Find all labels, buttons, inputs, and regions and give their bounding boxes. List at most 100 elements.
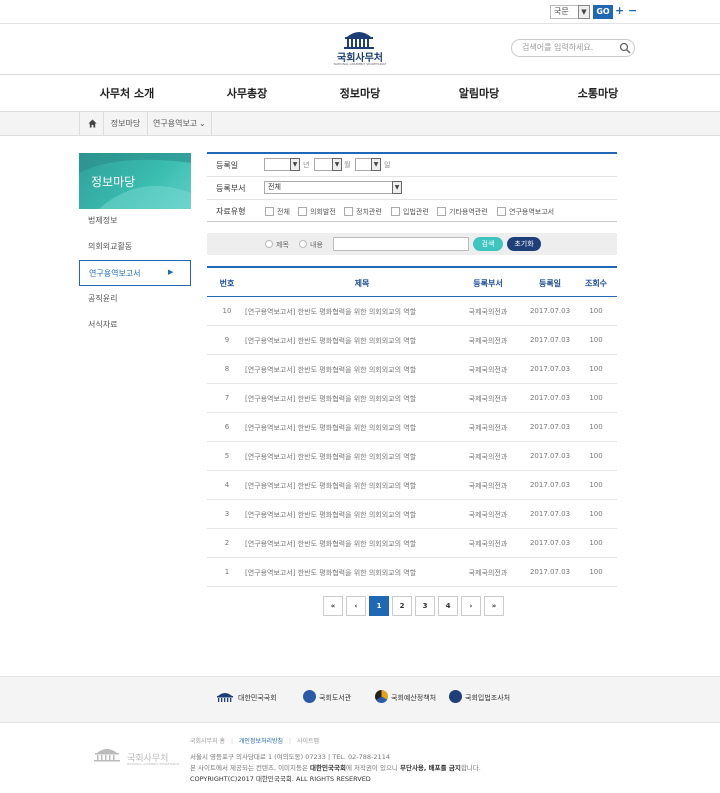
- cell-department: 국제국의전과: [468, 453, 508, 461]
- type-checkbox-label: 연구용역보고서: [509, 208, 555, 216]
- pagination-page-current[interactable]: 1: [369, 596, 389, 616]
- chevron-down-icon[interactable]: ▼: [290, 158, 300, 171]
- cell-title-link[interactable]: [연구용역보고서] 한반도 평화협력을 위한 의회외교의 역할: [245, 365, 460, 375]
- pagination-last[interactable]: »: [484, 596, 504, 616]
- cell-title-link[interactable]: [연구용역보고서] 한반도 평화협력을 위한 의회외교의 역할: [245, 481, 460, 491]
- keyword-input[interactable]: [333, 237, 469, 251]
- cell-department: 국제국의전과: [468, 395, 508, 403]
- pagination-next[interactable]: ›: [461, 596, 481, 616]
- cell-title-link[interactable]: [연구용역보고서] 한반도 평화협력을 위한 의회외교의 역할: [245, 452, 460, 462]
- notice-prefix: 본 사이트에서 제공되는 컨텐츠, 이미지등은: [190, 764, 311, 772]
- org-link-national-assembly[interactable]: 대한민국국회: [238, 693, 277, 703]
- cell-title-link[interactable]: [연구용역보고서] 한반도 평화협력을 위한 의회외교의 역할: [245, 568, 460, 578]
- cell-title-link[interactable]: [연구용역보고서] 한반도 평화협력을 위한 의회외교의 역할: [245, 307, 460, 317]
- reset-button[interactable]: 초기화: [507, 237, 541, 251]
- breadcrumb-home[interactable]: [79, 112, 104, 136]
- column-header-views: 조회수: [584, 279, 608, 288]
- pagination-page[interactable]: 4: [438, 596, 458, 616]
- footer-link-sitemap[interactable]: 사이트맵: [297, 738, 319, 745]
- search-icon[interactable]: [619, 42, 631, 54]
- chevron-down-icon[interactable]: ⌄: [199, 119, 206, 128]
- cell-title-link[interactable]: [연구용역보고서] 한반도 평화협력을 위한 의회외교의 역할: [245, 423, 460, 433]
- cell-number: 8: [224, 365, 230, 373]
- footer-link-privacy[interactable]: 개인정보처리방침: [239, 738, 283, 745]
- chevron-down-icon[interactable]: ▼: [371, 158, 381, 171]
- cell-title-link[interactable]: [연구용역보고서] 한반도 평화협력을 위한 의회외교의 역할: [245, 336, 460, 346]
- notice-owner: 대한민국국회: [310, 764, 346, 772]
- cell-number: 1: [224, 568, 230, 576]
- side-menu-item-diplomacy[interactable]: 의회외교활동: [79, 234, 191, 260]
- cell-number: 10: [222, 307, 232, 315]
- chevron-down-icon[interactable]: ▼: [332, 158, 342, 171]
- gnb-item-notice[interactable]: 알림마당: [429, 85, 529, 101]
- org-link-research-service[interactable]: 국회입법조사처: [465, 693, 510, 703]
- year-unit: 년: [303, 161, 310, 169]
- side-menu-item-research-reports[interactable]: 연구용역보고서: [79, 260, 191, 286]
- gnb-item-about[interactable]: 사무처 소개: [77, 85, 177, 101]
- month-unit: 월: [344, 161, 351, 169]
- type-checkbox-politics[interactable]: [344, 207, 353, 216]
- type-checkbox-legislation[interactable]: [391, 207, 400, 216]
- type-checkbox-assembly[interactable]: [298, 207, 307, 216]
- department-select[interactable]: 전체: [264, 181, 402, 194]
- pagination-page[interactable]: 3: [415, 596, 435, 616]
- cell-title-link[interactable]: [연구용역보고서] 한반도 평화협력을 위한 의회외교의 역할: [245, 510, 460, 520]
- filter-date-label: 등록일: [216, 161, 239, 170]
- pagination-prev[interactable]: ‹: [346, 596, 366, 616]
- radio-title[interactable]: [265, 240, 273, 248]
- filter-type-label: 자료유형: [216, 207, 246, 216]
- type-checkbox-label: 전체: [277, 208, 290, 216]
- national-assembly-icon: [217, 693, 233, 702]
- footer-link-home[interactable]: 국회사무처 홈: [190, 738, 225, 745]
- side-menu-title-text: 정보마당: [91, 175, 136, 189]
- cell-views: 100: [589, 307, 603, 315]
- budget-office-icon: [375, 690, 388, 703]
- cell-views: 100: [589, 510, 603, 518]
- cell-department: 국제국의전과: [468, 366, 508, 374]
- side-menu-item-forms[interactable]: 서식자료: [79, 312, 191, 338]
- footer-address: 서울시 영등포구 의사당대로 1 (여의도동) 07233 | TEL. 02-…: [190, 753, 390, 761]
- zoom-out-button[interactable]: −: [628, 4, 638, 17]
- cell-number: 5: [224, 452, 230, 460]
- chevron-down-icon[interactable]: ▼: [392, 181, 402, 194]
- pagination-page[interactable]: 2: [392, 596, 412, 616]
- type-checkbox-label: 정치관련: [356, 208, 382, 216]
- page: 국문 ▼ GO + − 국회사무처 NATIONAL ASSEMBLY SECR…: [0, 0, 720, 793]
- cell-date: 2017.07.03: [529, 452, 571, 460]
- org-link-library[interactable]: 국회도서관: [319, 693, 351, 703]
- cell-department: 국제국의전과: [468, 540, 508, 548]
- type-checkbox-all[interactable]: [265, 207, 274, 216]
- gnb-item-information[interactable]: 정보마당: [310, 85, 410, 101]
- pagination-first[interactable]: «: [323, 596, 343, 616]
- zoom-in-button[interactable]: +: [615, 4, 625, 17]
- side-menu-item-legislation[interactable]: 법제정보: [79, 208, 191, 234]
- radio-content[interactable]: [299, 240, 307, 248]
- type-checkbox-research[interactable]: [497, 207, 506, 216]
- breadcrumb-level1[interactable]: 정보마당: [104, 112, 148, 136]
- side-menu-item-ethics[interactable]: 공직윤리: [79, 286, 191, 312]
- cell-views: 100: [589, 365, 603, 373]
- library-icon: [303, 690, 316, 703]
- org-link-budget-office[interactable]: 국회예산정책처: [391, 693, 436, 703]
- home-icon: [88, 119, 97, 128]
- gnb-item-communication[interactable]: 소통마당: [548, 85, 648, 101]
- gnb-item-secretary-general[interactable]: 사무총장: [197, 85, 297, 101]
- cell-date: 2017.07.03: [529, 365, 571, 373]
- cell-title-link[interactable]: [연구용역보고서] 한반도 평화협력을 위한 의회외교의 역할: [245, 394, 460, 404]
- cell-number: 3: [224, 510, 230, 518]
- type-checkbox-other[interactable]: [437, 207, 446, 216]
- search-input[interactable]: 검색어를 입력하세요.: [511, 39, 635, 57]
- assembly-logo-icon[interactable]: [341, 28, 377, 50]
- cell-title-link[interactable]: [연구용역보고서] 한반도 평화협력을 위한 의회외교의 역할: [245, 539, 460, 549]
- footer-logo-icon: [94, 749, 120, 762]
- go-button[interactable]: GO: [593, 5, 613, 19]
- filter-dept-label: 등록부서: [216, 184, 246, 193]
- cell-views: 100: [589, 394, 603, 402]
- notice-mid: 에 저작권이 있으니: [345, 764, 400, 772]
- cell-date: 2017.07.03: [529, 307, 571, 315]
- search-button[interactable]: 검색: [473, 237, 503, 251]
- cell-views: 100: [589, 423, 603, 431]
- cell-department: 국제국의전과: [468, 569, 508, 577]
- cell-date: 2017.07.03: [529, 568, 571, 576]
- chevron-down-icon[interactable]: ▼: [578, 5, 590, 19]
